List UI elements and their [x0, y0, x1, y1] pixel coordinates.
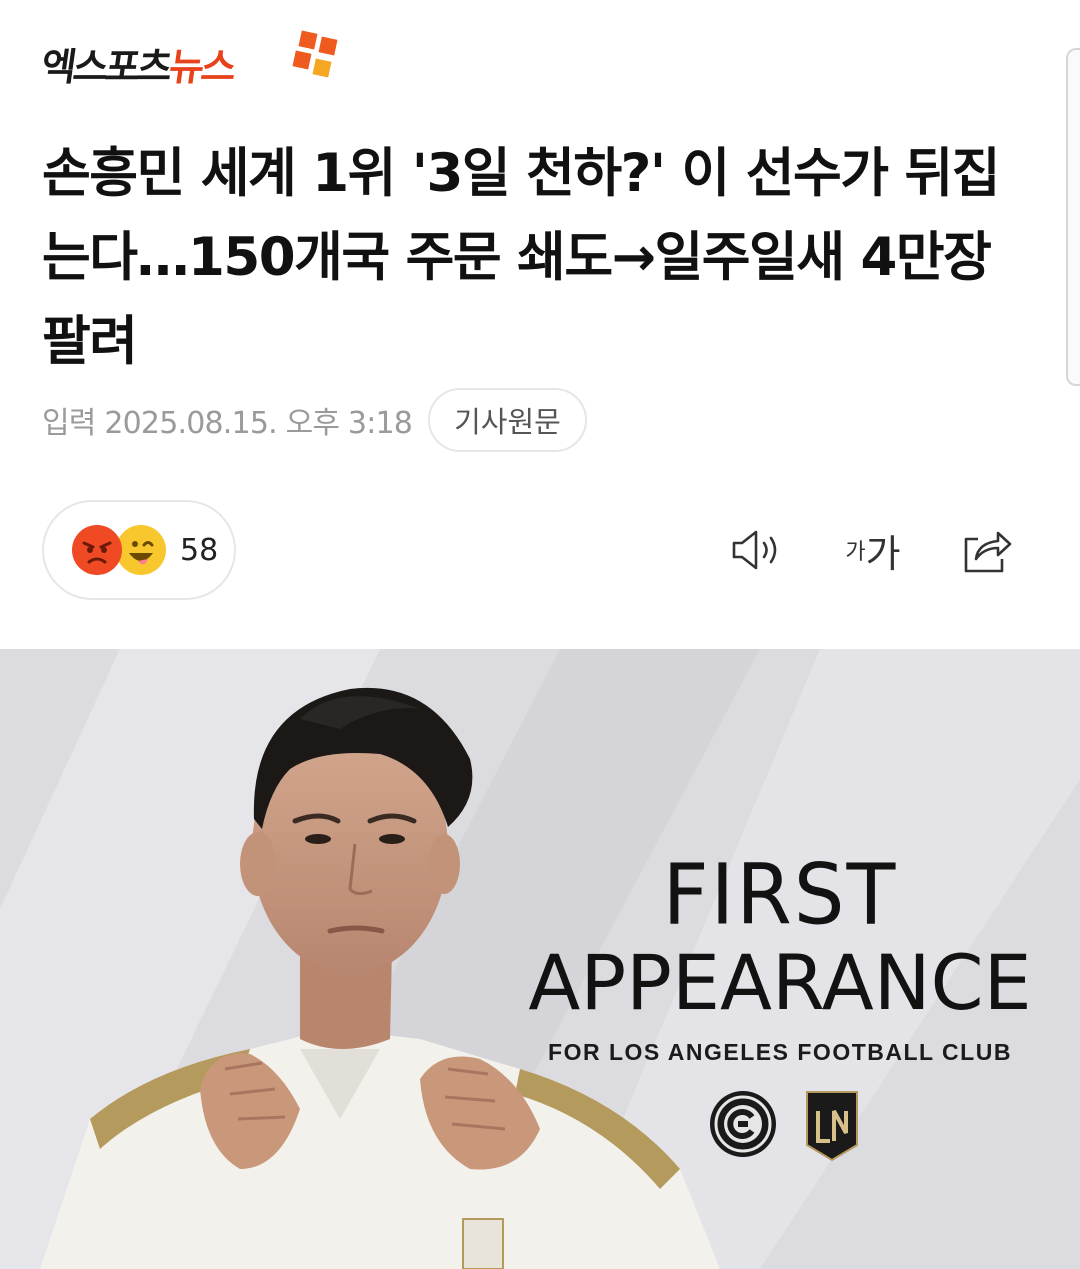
scroll-indicator[interactable] [1066, 48, 1080, 386]
article-meta: 입력 2025.08.15. 오후 3:18 기사원문 [42, 388, 587, 452]
font-large-label: 가 [865, 531, 901, 576]
original-article-button[interactable]: 기사원문 [428, 388, 587, 452]
hero-headline: FIRST APPEARANCE [520, 845, 1040, 1027]
logo-part1: 엑스포츠 [38, 44, 173, 89]
speaker-icon [732, 530, 777, 570]
laughing-face-icon [116, 525, 166, 575]
share-icon [964, 531, 1012, 573]
article-page: 엑스포츠뉴스 손흥민 세계 1위 '3일 천하?' 이 선수가 뒤집는다…150… [0, 0, 1080, 1269]
reactions-button[interactable]: 58 [42, 500, 236, 600]
font-small-label: 가 [845, 540, 866, 565]
press-logo[interactable]: 엑스포츠뉴스 [38, 30, 338, 96]
hero-title-line1: FIRST [662, 845, 898, 944]
share-button[interactable] [956, 520, 1016, 580]
logo-part2: 뉴스 [166, 44, 237, 89]
article-hero-image[interactable]: FIRST APPEARANCE FOR LOS ANGELES FOOTBAL… [0, 649, 1080, 1269]
hero-subtitle: FOR LOS ANGELES FOOTBALL CLUB [548, 1039, 1012, 1065]
logo-text: 엑스포츠뉴스 [38, 36, 237, 91]
reaction-count: 58 [180, 532, 219, 568]
hero-title-line2: APPEARANCE [528, 938, 1032, 1027]
lafc-crest-icon [806, 1091, 858, 1162]
angry-face-icon [72, 525, 122, 575]
publish-date: 입력 2025.08.15. 오후 3:18 [42, 406, 413, 441]
logo-mark-icon [292, 30, 338, 78]
chicago-fire-crest-icon [710, 1091, 776, 1157]
article-headline: 손흥민 세계 1위 '3일 천하?' 이 선수가 뒤집는다…150개국 주문 쇄… [42, 143, 1001, 372]
font-size-button[interactable]: 가가 [838, 520, 908, 580]
listen-button[interactable] [726, 520, 786, 580]
